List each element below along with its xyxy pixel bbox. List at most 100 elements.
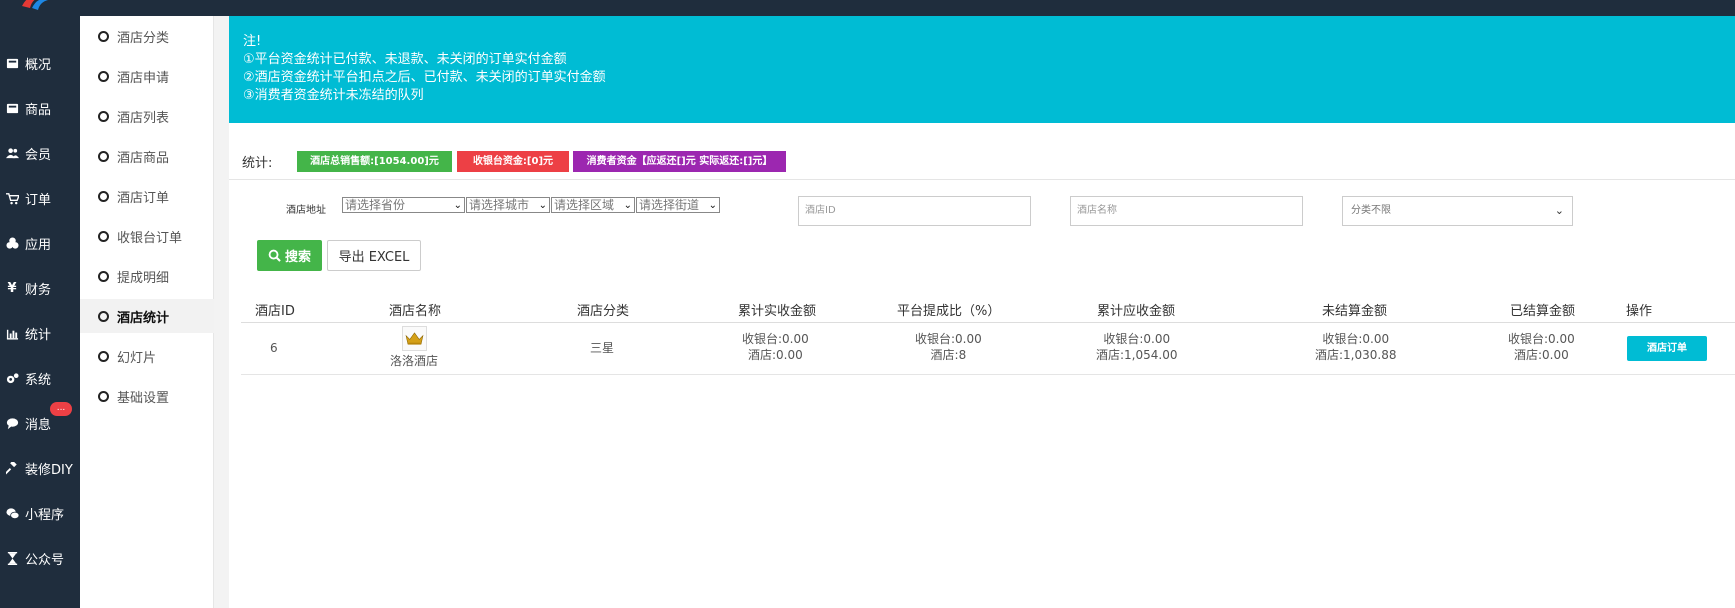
goods-icon <box>5 101 19 115</box>
category-value: 分类不限 <box>1351 205 1391 216</box>
nav-label: 公众号 <box>25 552 65 568</box>
submenu-item-hotel-statistics[interactable]: 酒店统计 <box>80 299 214 333</box>
hotel-value: 酒店:1,030.88 <box>1315 348 1397 362</box>
nav-item-overview[interactable]: 概况 <box>0 43 80 83</box>
circle-icon <box>98 190 109 202</box>
cashier-value: 收银台:0.00 <box>1508 332 1575 346</box>
city-value: 请选择城市 <box>469 198 530 212</box>
nav-item-apps[interactable]: 应用 <box>0 223 80 263</box>
th-action: 操作 <box>1626 304 1653 319</box>
stats-label: 统计: <box>242 156 273 171</box>
chevron-down-icon: ⌄ <box>708 200 717 211</box>
submenu-item-commission-detail[interactable]: 提成明细 <box>80 259 214 293</box>
th-hotel-category: 酒店分类 <box>577 304 630 319</box>
th-settled: 已结算金额 <box>1510 304 1576 319</box>
nav-item-decor-diy[interactable]: 装修DIY <box>0 448 80 488</box>
crown-icon <box>405 332 424 345</box>
cell-commission: 收银台:0.00 酒店:8 <box>915 331 982 363</box>
submenu-item-hotel-list[interactable]: 酒店列表 <box>80 99 214 133</box>
cell-hotel-name: 洛洛酒店 <box>390 354 439 368</box>
submenu-label: 酒店分类 <box>117 30 170 46</box>
cell-actual-received: 收银台:0.00 酒店:0.00 <box>742 331 809 363</box>
hotel-value: 酒店:1,054.00 <box>1096 348 1178 362</box>
submenu-item-slides[interactable]: 幻灯片 <box>80 339 214 373</box>
chat-icon <box>5 416 19 430</box>
th-hotel-id: 酒店ID <box>255 304 295 319</box>
nav-item-finance[interactable]: ¥ 财务 <box>0 268 80 308</box>
street-select[interactable]: 请选择街道 ⌄ <box>636 197 720 213</box>
search-button[interactable]: 搜索 <box>257 240 322 271</box>
circle-icon <box>98 150 109 162</box>
search-label: 搜索 <box>284 250 311 265</box>
nav-item-statistics[interactable]: 统计 <box>0 313 80 353</box>
nav-item-official-account[interactable]: 公众号 <box>0 538 80 578</box>
notice-title: 注! <box>243 34 262 49</box>
cashier-value: 收银台:0.00 <box>915 332 982 346</box>
consumer-funds-tag: 消费者资金【应返还[]元 实际返还:[]元】 <box>573 151 786 172</box>
submenu-label: 酒店申请 <box>117 70 170 86</box>
chevron-down-icon: ⌄ <box>538 200 547 211</box>
nav-item-goods[interactable]: 商品 <box>0 88 80 128</box>
notice-line: ③消费者资金统计未冻结的队列 <box>243 88 424 103</box>
submenu-item-basic-settings[interactable]: 基础设置 <box>80 379 214 413</box>
main-nav: 概况 商品 会员 订单 应用 ¥ 财务 统计 系统 消息 装修DIY 小程序 公… <box>0 16 80 608</box>
nav-item-mini-program[interactable]: 小程序 <box>0 493 80 533</box>
hotel-value: 酒店:0.00 <box>1514 348 1569 362</box>
area-select[interactable]: 请选择区域 ⌄ <box>551 197 635 213</box>
nav-label: 财务 <box>25 282 52 298</box>
chevron-down-icon: ⌄ <box>1554 204 1564 217</box>
province-select[interactable]: 请选择省份 ⌄ <box>342 197 465 213</box>
table-row: 6 洛洛酒店 三星 收银台:0.00 酒店:0.00 收银台:0.00 酒店:8… <box>241 323 1735 375</box>
hotel-value: 酒店:0.00 <box>748 348 803 362</box>
cell-receivable: 收银台:0.00 酒店:1,054.00 <box>1096 331 1177 363</box>
circle-icon <box>98 350 109 362</box>
cell-hotel-category: 三星 <box>590 341 615 355</box>
table-header: 酒店ID 酒店名称 酒店分类 累计实收金额 平台提成比（%） 累计应收金额 未结… <box>241 298 1735 323</box>
users-icon <box>5 146 19 160</box>
nav-item-system[interactable]: 系统 <box>0 358 80 398</box>
th-hotel-name: 酒店名称 <box>389 304 442 319</box>
submenu-item-hotel-category[interactable]: 酒店分类 <box>80 19 214 53</box>
brand-logo[interactable] <box>18 0 52 14</box>
sub-menu: 酒店分类 酒店申请 酒店列表 酒店商品 酒店订单 收银台订单 提成明细 酒店统计… <box>80 16 214 608</box>
content-gutter <box>214 16 229 608</box>
cell-hotel-id: 6 <box>270 341 278 355</box>
address-label: 酒店地址 <box>286 205 326 216</box>
city-select[interactable]: 请选择城市 ⌄ <box>466 197 550 213</box>
category-select[interactable]: 分类不限 ⌄ <box>1342 196 1573 226</box>
wechat-icon <box>5 506 19 520</box>
cart-icon <box>5 191 19 205</box>
circle-icon <box>98 310 109 322</box>
submenu-label: 酒店统计 <box>117 310 170 326</box>
export-excel-button[interactable]: 导出 EXCEL <box>327 240 421 271</box>
nav-label: 装修DIY <box>25 462 73 478</box>
submenu-label: 酒店商品 <box>117 150 170 166</box>
submenu-item-hotel-goods[interactable]: 酒店商品 <box>80 139 214 173</box>
nav-label: 订单 <box>25 192 52 208</box>
nav-label: 统计 <box>25 327 52 343</box>
gears-icon <box>5 371 19 385</box>
th-receivable: 累计应收金额 <box>1097 304 1176 319</box>
hotel-orders-button[interactable]: 酒店订单 <box>1627 336 1707 361</box>
chevron-down-icon: ⌄ <box>453 200 462 211</box>
circle-icon <box>98 390 109 402</box>
hourglass-icon <box>5 551 19 565</box>
nav-label: 商品 <box>25 102 52 118</box>
th-unsettled: 未结算金额 <box>1322 304 1388 319</box>
submenu-item-hotel-apply[interactable]: 酒店申请 <box>80 59 214 93</box>
hotel-id-input[interactable]: 酒店ID <box>798 196 1031 226</box>
circle-icon <box>98 30 109 42</box>
th-commission: 平台提成比（%） <box>897 304 1001 319</box>
submenu-item-hotel-orders[interactable]: 酒店订单 <box>80 179 214 213</box>
submenu-label: 基础设置 <box>117 390 170 406</box>
circle-icon <box>98 70 109 82</box>
nav-item-members[interactable]: 会员 <box>0 133 80 173</box>
bar-chart-icon <box>5 326 19 340</box>
apps-icon <box>5 236 19 250</box>
submenu-item-cashier-orders[interactable]: 收银台订单 <box>80 219 214 253</box>
submenu-label: 酒店订单 <box>117 190 170 206</box>
yen-icon: ¥ <box>7 280 17 296</box>
nav-item-orders[interactable]: 订单 <box>0 178 80 218</box>
hotel-name-input[interactable]: 酒店名称 <box>1070 196 1303 226</box>
th-actual-received: 累计实收金额 <box>738 304 817 319</box>
